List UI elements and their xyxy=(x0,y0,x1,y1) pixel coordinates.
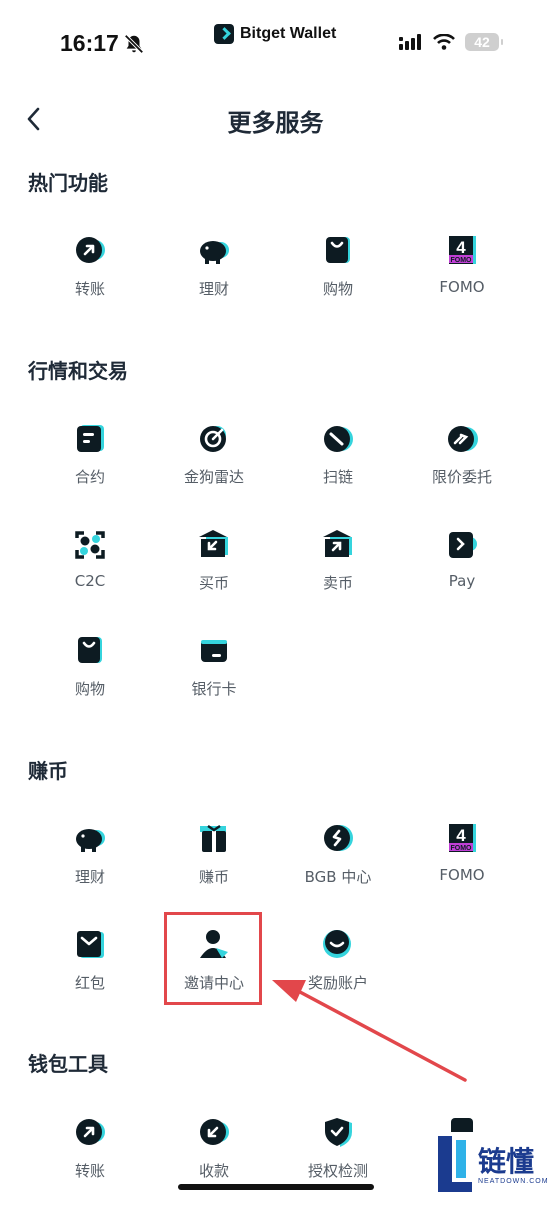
service-wealth-2[interactable]: 理财 xyxy=(28,822,152,918)
section-title-market: 行情和交易 xyxy=(28,359,128,383)
radar-icon xyxy=(200,426,226,452)
bank-card-icon xyxy=(201,640,227,662)
service-label: 红包 xyxy=(74,974,105,992)
watermark-subtext: NEATDOWN.COM xyxy=(478,1178,549,1185)
service-label: Pay xyxy=(448,572,476,590)
service-label: 限价委托 xyxy=(431,468,492,486)
service-label: 理财 xyxy=(74,868,105,886)
svg-text:FOMO: FOMO xyxy=(451,257,473,264)
signal-icon xyxy=(399,34,421,50)
service-sell-crypto[interactable]: 卖币 xyxy=(276,528,400,624)
wifi-icon xyxy=(433,34,455,50)
home-indicator[interactable] xyxy=(178,1184,374,1190)
c2c-icon xyxy=(75,531,105,559)
service-label: C2C xyxy=(74,572,106,590)
scan-chain-icon xyxy=(324,426,353,452)
fomo-icon: 4 FOMO xyxy=(449,236,476,264)
service-fomo-2[interactable]: 4 FOMO FOMO xyxy=(400,822,524,918)
shopping-bag-icon xyxy=(78,637,102,663)
service-transfer-2[interactable]: 转账 xyxy=(28,1116,152,1212)
sell-crypto-icon xyxy=(323,530,352,557)
reward-account-icon xyxy=(323,930,351,958)
service-fomo[interactable]: 4 FOMO FOMO xyxy=(400,234,524,330)
service-label: 卖币 xyxy=(322,574,353,592)
header: 更多服务 xyxy=(0,92,551,148)
transfer-icon xyxy=(76,237,105,263)
pay-icon xyxy=(449,532,477,558)
contract-icon xyxy=(77,425,104,452)
service-label: 授权检测 xyxy=(307,1162,368,1180)
service-radar[interactable]: 金狗雷达 xyxy=(152,422,276,518)
receive-icon xyxy=(200,1119,229,1145)
service-label: 购物 xyxy=(322,280,353,298)
service-authorization-check[interactable]: 授权检测 xyxy=(276,1116,400,1212)
authorization-check-icon xyxy=(325,1118,352,1147)
brand: Bitget Wallet xyxy=(214,22,336,46)
transfer-icon xyxy=(76,1119,105,1145)
service-shopping-2[interactable]: 购物 xyxy=(28,634,152,730)
status-bar: 16:17 Bitget Wallet 42 xyxy=(0,0,551,80)
watermark-text: 链懂 xyxy=(478,1145,535,1178)
status-time: 16:17 xyxy=(60,30,119,56)
gift-icon xyxy=(200,825,226,852)
service-reward-account[interactable]: 奖励账户 xyxy=(276,928,400,1024)
highlight-box xyxy=(164,912,262,1005)
service-bank-card[interactable]: 银行卡 xyxy=(152,634,276,730)
system-icons: 42 xyxy=(399,33,503,51)
service-label: 理财 xyxy=(198,280,229,298)
red-packet-icon xyxy=(77,931,104,958)
battery-icon: 42 xyxy=(465,33,503,51)
svg-text:FOMO: FOMO xyxy=(451,845,473,852)
shopping-bag-icon xyxy=(326,237,350,263)
service-label: 转账 xyxy=(74,280,105,298)
service-scan-chain[interactable]: 扫链 xyxy=(276,422,400,518)
service-label: 银行卡 xyxy=(191,680,237,698)
service-label: 买币 xyxy=(198,574,229,592)
service-pay[interactable]: Pay xyxy=(400,528,524,624)
limit-order-icon xyxy=(448,426,478,452)
bell-muted-icon xyxy=(124,34,144,54)
service-earn[interactable]: 赚币 xyxy=(152,822,276,918)
service-limit-order[interactable]: 限价委托 xyxy=(400,422,524,518)
bgb-icon xyxy=(324,825,353,851)
service-red-packet[interactable]: 红包 xyxy=(28,928,152,1024)
service-contract[interactable]: 合约 xyxy=(28,422,152,518)
buy-crypto-icon xyxy=(199,530,228,557)
piggy-bank-icon xyxy=(76,829,105,852)
svg-text:4: 4 xyxy=(456,238,466,257)
service-label: 扫链 xyxy=(322,468,353,486)
section-title-hot: 热门功能 xyxy=(28,171,108,195)
fomo-icon: 4 FOMO xyxy=(449,824,476,852)
service-label: FOMO xyxy=(439,278,485,296)
service-shopping[interactable]: 购物 xyxy=(276,234,400,330)
page-title: 更多服务 xyxy=(227,109,324,137)
section-title-earn: 赚币 xyxy=(28,759,68,783)
section-title-wallet-tools: 钱包工具 xyxy=(28,1052,108,1076)
service-transfer[interactable]: 转账 xyxy=(28,234,152,330)
service-buy-crypto[interactable]: 买币 xyxy=(152,528,276,624)
service-wealth[interactable]: 理财 xyxy=(152,234,276,330)
brand-name: Bitget Wallet xyxy=(240,25,337,42)
service-bgb-center[interactable]: BGB 中心 xyxy=(276,822,400,918)
svg-text:4: 4 xyxy=(456,826,466,845)
service-label: 合约 xyxy=(74,468,105,486)
service-label: 赚币 xyxy=(198,868,229,886)
service-label: BGB 中心 xyxy=(304,868,372,886)
service-label: 购物 xyxy=(74,680,105,698)
piggy-bank-icon xyxy=(200,241,229,264)
service-label: 收款 xyxy=(198,1162,229,1180)
service-receive[interactable]: 收款 xyxy=(152,1116,276,1212)
service-label: 转账 xyxy=(74,1162,105,1180)
service-label: FOMO xyxy=(439,866,485,884)
bitget-logo-icon xyxy=(214,24,234,44)
service-label: 金狗雷达 xyxy=(183,468,244,486)
service-c2c[interactable]: C2C xyxy=(28,528,152,624)
service-label: 奖励账户 xyxy=(307,974,368,992)
